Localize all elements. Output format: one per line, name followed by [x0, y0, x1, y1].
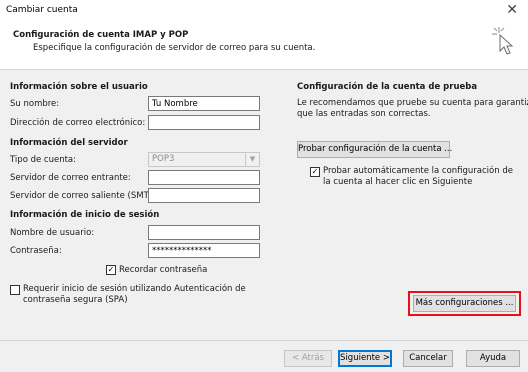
window-title: Cambiar cuenta: [6, 5, 78, 15]
email-label: Dirección de correo electrónico:: [10, 118, 146, 128]
checkmark-icon: ✓: [311, 167, 319, 176]
server-info-heading: Información del servidor: [10, 138, 128, 148]
dialog-header: Configuración de cuenta IMAP y POP Espec…: [0, 22, 528, 70]
user-info-heading: Información sobre el usuario: [10, 82, 148, 92]
account-type-value: POP3: [152, 154, 175, 164]
header-title: Configuración de cuenta IMAP y POP: [13, 30, 189, 40]
sparkle-cursor-icon: [492, 27, 514, 55]
back-button[interactable]: < Atrás: [284, 350, 332, 367]
close-icon[interactable]: ✕: [506, 2, 518, 18]
auto-test-label-line2: la cuenta al hacer clic en Siguiente: [323, 177, 473, 187]
help-button[interactable]: Ayuda: [466, 350, 520, 367]
name-field[interactable]: [148, 96, 260, 111]
email-field[interactable]: [148, 115, 260, 130]
remember-password-checkbox[interactable]: ✓: [106, 265, 116, 275]
title-bar: Cambiar cuenta ✕: [0, 0, 528, 22]
next-button[interactable]: Siguiente >: [338, 350, 392, 367]
spa-checkbox[interactable]: [10, 285, 20, 295]
test-description-line1: Le recomendamos que pruebe su cuenta par…: [297, 98, 528, 108]
test-settings-heading: Configuración de la cuenta de prueba: [297, 82, 478, 92]
username-label: Nombre de usuario:: [10, 228, 95, 238]
checkmark-icon: ✓: [107, 265, 115, 274]
header-subtitle: Especifique la configuración de servidor…: [33, 43, 316, 53]
cancel-button[interactable]: Cancelar: [403, 350, 453, 367]
test-description-line2: que las entradas son correctas.: [297, 109, 431, 119]
outgoing-server-label: Servidor de correo saliente (SMTP):: [10, 191, 161, 201]
name-label: Su nombre:: [10, 99, 60, 109]
incoming-server-label: Servidor de correo entrante:: [10, 173, 131, 183]
auto-test-checkbox[interactable]: ✓: [310, 167, 320, 177]
incoming-server-field[interactable]: [148, 170, 260, 185]
login-info-heading: Información de inicio de sesión: [10, 210, 160, 220]
test-account-button[interactable]: Probar configuración de la cuenta ...: [297, 141, 452, 158]
account-type-label: Tipo de cuenta:: [10, 155, 76, 165]
username-field[interactable]: [148, 225, 260, 240]
auto-test-label-line1: Probar automáticamente la configuración …: [323, 166, 513, 176]
remember-password-label: Recordar contraseña: [119, 265, 208, 275]
more-settings-button[interactable]: Más configuraciones ...: [413, 295, 516, 312]
outgoing-server-field[interactable]: [148, 188, 260, 203]
footer-divider: [0, 340, 528, 341]
password-label: Contraseña:: [10, 246, 62, 256]
password-field[interactable]: [148, 243, 260, 258]
spa-label-line1: Requerir inicio de sesión utilizando Aut…: [23, 284, 246, 294]
chevron-down-icon: ▼: [245, 153, 259, 166]
spa-label-line2: contraseña segura (SPA): [23, 295, 128, 305]
account-type-select: POP3 ▼: [148, 152, 260, 167]
